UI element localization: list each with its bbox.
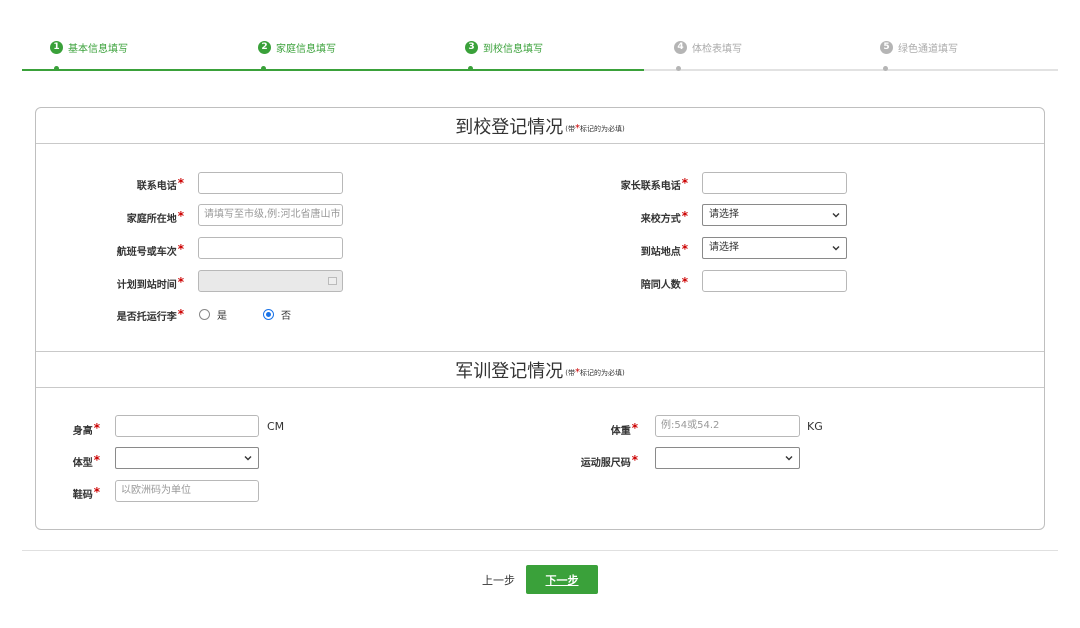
luggage-label: 是否托运行李*	[116, 307, 184, 323]
progress-track-remaining	[644, 69, 1058, 71]
step-3[interactable]: 3 到校信息填写	[465, 40, 543, 55]
luggage-no-radio[interactable]	[263, 309, 274, 320]
weight-input[interactable]: 例:54或54.2	[655, 415, 800, 437]
chevron-down-icon	[244, 456, 252, 461]
shoe-size-label: 鞋码*	[72, 485, 100, 501]
station-select[interactable]: 请选择	[702, 237, 847, 259]
step-1-number: 1	[50, 41, 63, 54]
station-value: 请选择	[709, 242, 739, 253]
arrival-method-value: 请选择	[709, 209, 739, 220]
step-3-label: 到校信息填写	[483, 44, 543, 55]
calendar-icon[interactable]	[328, 277, 337, 285]
military-section-title: 军训登记情况	[455, 360, 564, 382]
shoe-size-input[interactable]: 以欧洲码为单位	[115, 480, 259, 502]
step-2[interactable]: 2 家庭信息填写	[258, 40, 336, 55]
body-type-label: 体型*	[72, 453, 100, 469]
chevron-down-icon	[832, 246, 840, 251]
phone-label: 联系电话*	[136, 176, 184, 192]
arrival-section-header: 到校登记情况 (带*标记的为必填)	[36, 108, 1044, 144]
body-type-select[interactable]	[115, 447, 259, 469]
weight-label: 体重*	[610, 421, 638, 437]
weight-unit: KG	[807, 420, 823, 433]
step-4: 4 体检表填写	[674, 40, 742, 55]
home-location-input[interactable]: 请填写至市级,例:河北省唐山市	[198, 204, 343, 226]
parent-phone-input[interactable]	[702, 172, 847, 194]
step-4-label: 体检表填写	[692, 44, 742, 55]
step-1[interactable]: 1 基本信息填写	[50, 40, 128, 55]
home-location-label: 家庭所在地*	[126, 209, 184, 225]
station-label: 到站地点*	[640, 242, 688, 258]
step-2-number: 2	[258, 41, 271, 54]
height-label: 身高*	[72, 421, 100, 437]
step-5-label: 绿色通道填写	[898, 44, 958, 55]
phone-input[interactable]	[198, 172, 343, 194]
sportswear-size-select[interactable]	[655, 447, 800, 469]
parent-phone-label: 家长联系电话*	[620, 176, 688, 192]
military-required-note: (带*标记的为必填)	[565, 367, 625, 378]
step-5-dot	[883, 66, 888, 71]
luggage-yes-radio[interactable]	[199, 309, 210, 320]
planned-time-label: 计划到站时间*	[116, 275, 184, 291]
sportswear-size-label: 运动服尺码*	[580, 453, 638, 469]
step-1-dot	[54, 66, 59, 71]
arrival-method-label: 来校方式*	[640, 209, 688, 225]
step-4-dot	[676, 66, 681, 71]
step-5-number: 5	[880, 41, 893, 54]
chevron-down-icon	[832, 213, 840, 218]
height-unit: CM	[267, 420, 285, 433]
arrival-method-select[interactable]: 请选择	[702, 204, 847, 226]
planned-time-input[interactable]	[198, 270, 343, 292]
step-2-dot	[261, 66, 266, 71]
companions-input[interactable]	[702, 270, 847, 292]
luggage-yes-label: 是	[217, 311, 227, 322]
progress-track-complete	[22, 69, 644, 71]
registration-panel: 到校登记情况 (带*标记的为必填) 联系电话* 家长联系电话* 家庭所在地* 请…	[35, 107, 1045, 530]
flight-input[interactable]	[198, 237, 343, 259]
arrival-required-note: (带*标记的为必填)	[565, 123, 625, 134]
flight-label: 航班号或车次*	[116, 242, 184, 258]
step-3-number: 3	[465, 41, 478, 54]
step-1-label: 基本信息填写	[68, 44, 128, 55]
military-section-header: 军训登记情况 (带*标记的为必填)	[36, 352, 1044, 388]
arrival-section-title: 到校登记情况	[455, 116, 564, 138]
chevron-down-icon	[785, 456, 793, 461]
step-5: 5 绿色通道填写	[880, 40, 958, 55]
step-progress-bar: 1 基本信息填写 2 家庭信息填写 3 到校信息填写 4 体检表填写 5 绿色通…	[22, 0, 1058, 80]
companions-label: 陪同人数*	[640, 275, 688, 291]
step-4-number: 4	[674, 41, 687, 54]
footer-divider	[22, 550, 1058, 551]
prev-step-button[interactable]: 上一步	[482, 572, 515, 588]
height-input[interactable]	[115, 415, 259, 437]
step-3-dot	[468, 66, 473, 71]
next-step-button[interactable]: 下一步	[526, 565, 598, 594]
step-2-label: 家庭信息填写	[276, 44, 336, 55]
luggage-no-label: 否	[281, 311, 291, 322]
